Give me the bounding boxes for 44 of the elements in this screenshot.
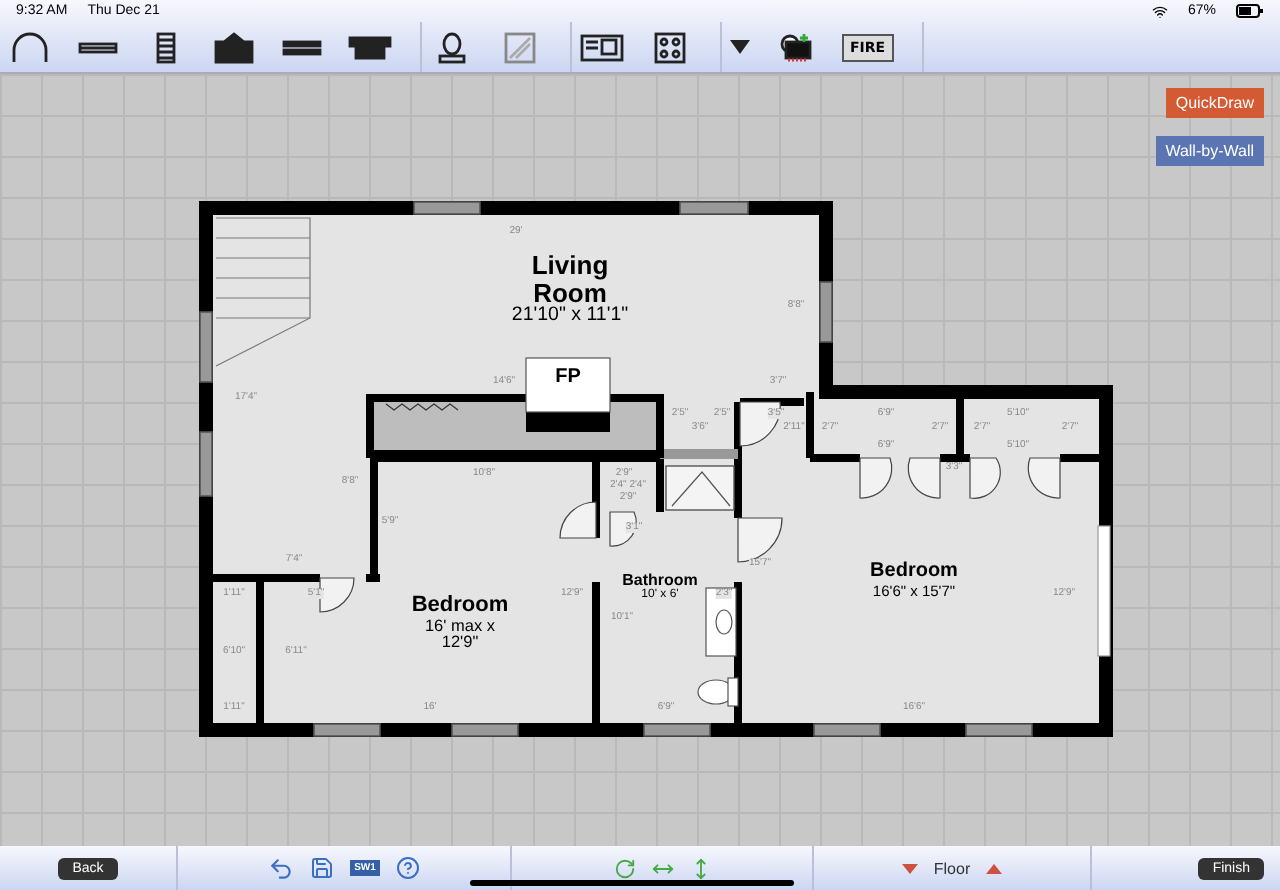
room-name: Living Room (531, 252, 609, 308)
panel-icon[interactable] (580, 31, 624, 63)
window-icon (819, 281, 833, 343)
undo-icon[interactable] (268, 855, 295, 881)
window-icon (199, 431, 213, 497)
window-icon (313, 723, 381, 737)
zigzag-mark (385, 403, 459, 411)
floor-label: Floor (933, 859, 971, 877)
window-icon (413, 201, 481, 215)
door-icon (969, 457, 1061, 499)
room-name: Bedroom (868, 561, 960, 583)
rotate-icon[interactable] (613, 857, 635, 879)
door-icon (737, 517, 783, 563)
sink-icon (705, 587, 737, 657)
window-icon (199, 311, 213, 383)
door-icon (739, 401, 781, 447)
window-icon (679, 201, 749, 215)
window-icon (813, 723, 881, 737)
up-triangle-icon[interactable] (986, 863, 1003, 873)
window-icon (643, 723, 711, 737)
window-icon (451, 723, 519, 737)
room-name: Bedroom (409, 595, 511, 619)
arch-icon[interactable] (8, 31, 52, 63)
battery-icon (1236, 4, 1264, 18)
room-name: Bathroom (620, 573, 700, 590)
room-size: 16' max x 12'9" (422, 618, 498, 653)
fireplace-box (525, 357, 611, 413)
house-icon[interactable] (212, 31, 256, 63)
door-icon (859, 457, 941, 499)
help-icon[interactable] (395, 856, 420, 880)
dropdown-triangle-icon[interactable] (730, 40, 750, 54)
shower-icon (665, 465, 735, 511)
mode-button[interactable]: Wall-by-Wall (1155, 136, 1264, 166)
drawing-canvas[interactable] (0, 74, 1280, 846)
mode-button[interactable]: QuickDraw (1165, 88, 1264, 118)
door-icon (559, 501, 597, 539)
down-triangle-icon[interactable] (901, 863, 918, 873)
save-icon[interactable] (310, 856, 335, 880)
toilet-icon (697, 677, 739, 707)
window-icon (1097, 525, 1111, 657)
wifi-icon (1151, 3, 1168, 19)
room-size: 21'10" x 11'1" (509, 307, 631, 328)
fireplace-label: FP (555, 367, 581, 389)
window-icon (965, 723, 1033, 737)
